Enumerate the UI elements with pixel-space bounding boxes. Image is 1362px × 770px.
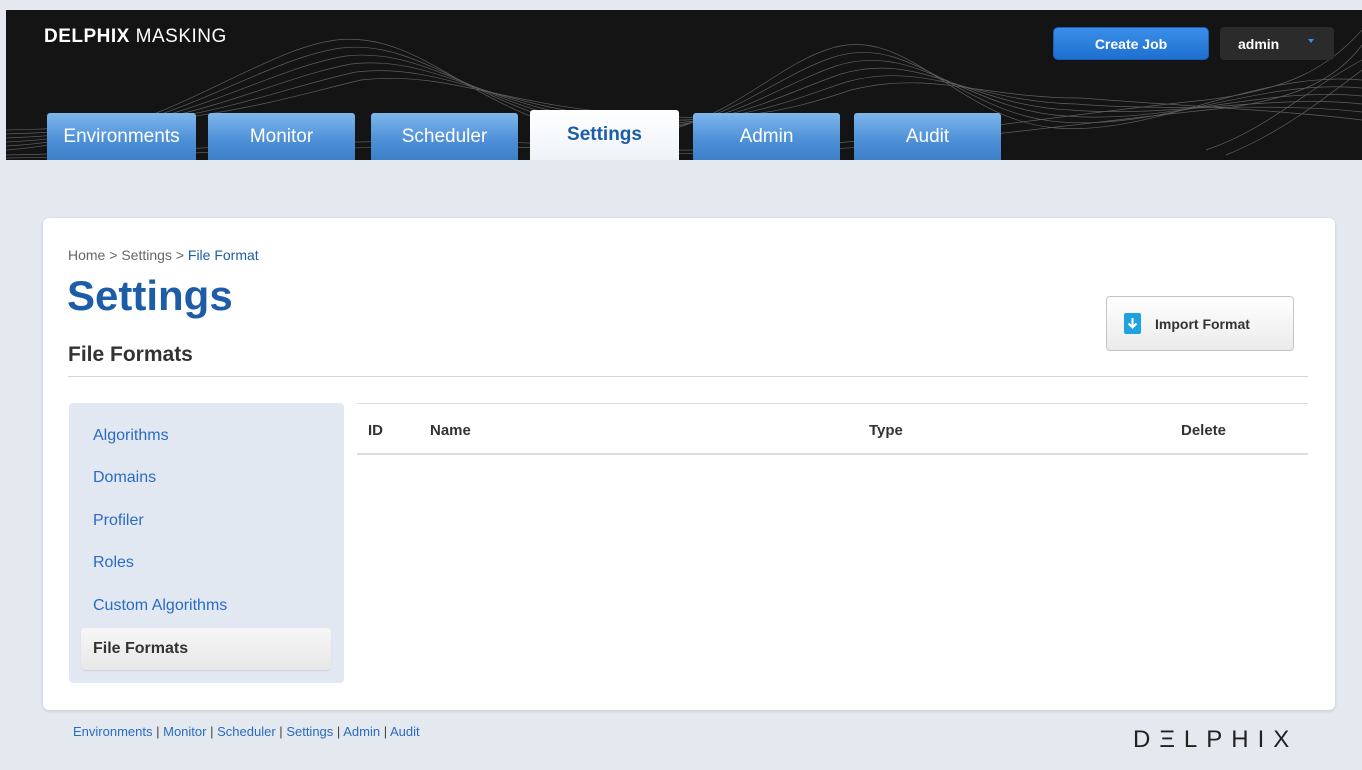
footer-link-environments[interactable]: Environments <box>73 724 152 739</box>
sidebar-item-algorithms[interactable]: Algorithms <box>93 427 169 445</box>
footer-link-admin[interactable]: Admin <box>343 724 380 739</box>
tab-settings[interactable]: Settings <box>530 110 679 160</box>
brand-product: MASKING <box>135 26 227 47</box>
brand-name: DELPHIX <box>44 26 130 47</box>
footer-separator: | <box>383 724 388 739</box>
footer-separator: | <box>156 724 160 739</box>
breadcrumb-separator: > <box>175 247 184 263</box>
tab-scheduler[interactable]: Scheduler <box>371 113 518 160</box>
section-title: File Formats <box>68 343 193 366</box>
title-divider <box>68 376 1308 377</box>
import-format-label: Import Format <box>1155 315 1250 332</box>
column-header-type[interactable]: Type <box>869 422 903 439</box>
download-icon <box>1124 313 1141 334</box>
footer-separator: | <box>279 724 283 739</box>
footer-nav: Environments | Monitor | Scheduler | Set… <box>73 724 420 739</box>
create-job-button[interactable]: Create Job <box>1053 27 1209 60</box>
sidebar-item-domains[interactable]: Domains <box>93 469 156 487</box>
settings-sidebar: Algorithms Domains Profiler Roles Custom… <box>69 403 344 683</box>
sidebar-item-file-formats[interactable]: File Formats <box>81 628 331 670</box>
breadcrumb-home[interactable]: Home <box>68 247 105 263</box>
column-header-delete[interactable]: Delete <box>1181 422 1226 439</box>
column-header-id[interactable]: ID <box>368 422 383 439</box>
tab-admin[interactable]: Admin <box>693 113 840 160</box>
page-title: Settings <box>67 272 233 319</box>
sidebar-item-profiler[interactable]: Profiler <box>93 512 144 530</box>
tab-audit[interactable]: Audit <box>854 113 1001 160</box>
footer-link-settings[interactable]: Settings <box>286 724 333 739</box>
sidebar-item-roles[interactable]: Roles <box>93 554 134 572</box>
footer-separator: | <box>336 724 341 739</box>
column-header-name[interactable]: Name <box>430 422 471 439</box>
footer-separator: | <box>210 724 214 739</box>
tab-monitor[interactable]: Monitor <box>208 113 355 160</box>
footer-link-scheduler[interactable]: Scheduler <box>217 724 276 739</box>
user-menu[interactable]: admin <box>1220 27 1334 60</box>
breadcrumb-separator: > <box>109 247 118 263</box>
content-card: Home > Settings > File Format Settings F… <box>43 218 1335 710</box>
sidebar-item-custom-algorithms[interactable]: Custom Algorithms <box>93 597 227 615</box>
footer-link-monitor[interactable]: Monitor <box>163 724 206 739</box>
table-header-border <box>357 453 1308 455</box>
chevron-down-icon <box>1308 39 1314 43</box>
breadcrumb: Home > Settings > File Format <box>68 247 259 263</box>
top-header: DELPHIX MASKING Create Job admin Environ… <box>6 10 1362 160</box>
table-top-border <box>357 403 1308 404</box>
footer-logo: DΞLPHIX <box>1133 726 1299 753</box>
breadcrumb-current[interactable]: File Format <box>188 247 259 263</box>
user-name: admin <box>1238 35 1280 52</box>
brand-logo[interactable]: DELPHIX MASKING <box>44 26 227 48</box>
tab-environments[interactable]: Environments <box>47 113 196 160</box>
import-format-button[interactable]: Import Format <box>1106 296 1294 351</box>
footer-link-audit[interactable]: Audit <box>390 724 420 739</box>
breadcrumb-settings[interactable]: Settings <box>121 247 172 263</box>
